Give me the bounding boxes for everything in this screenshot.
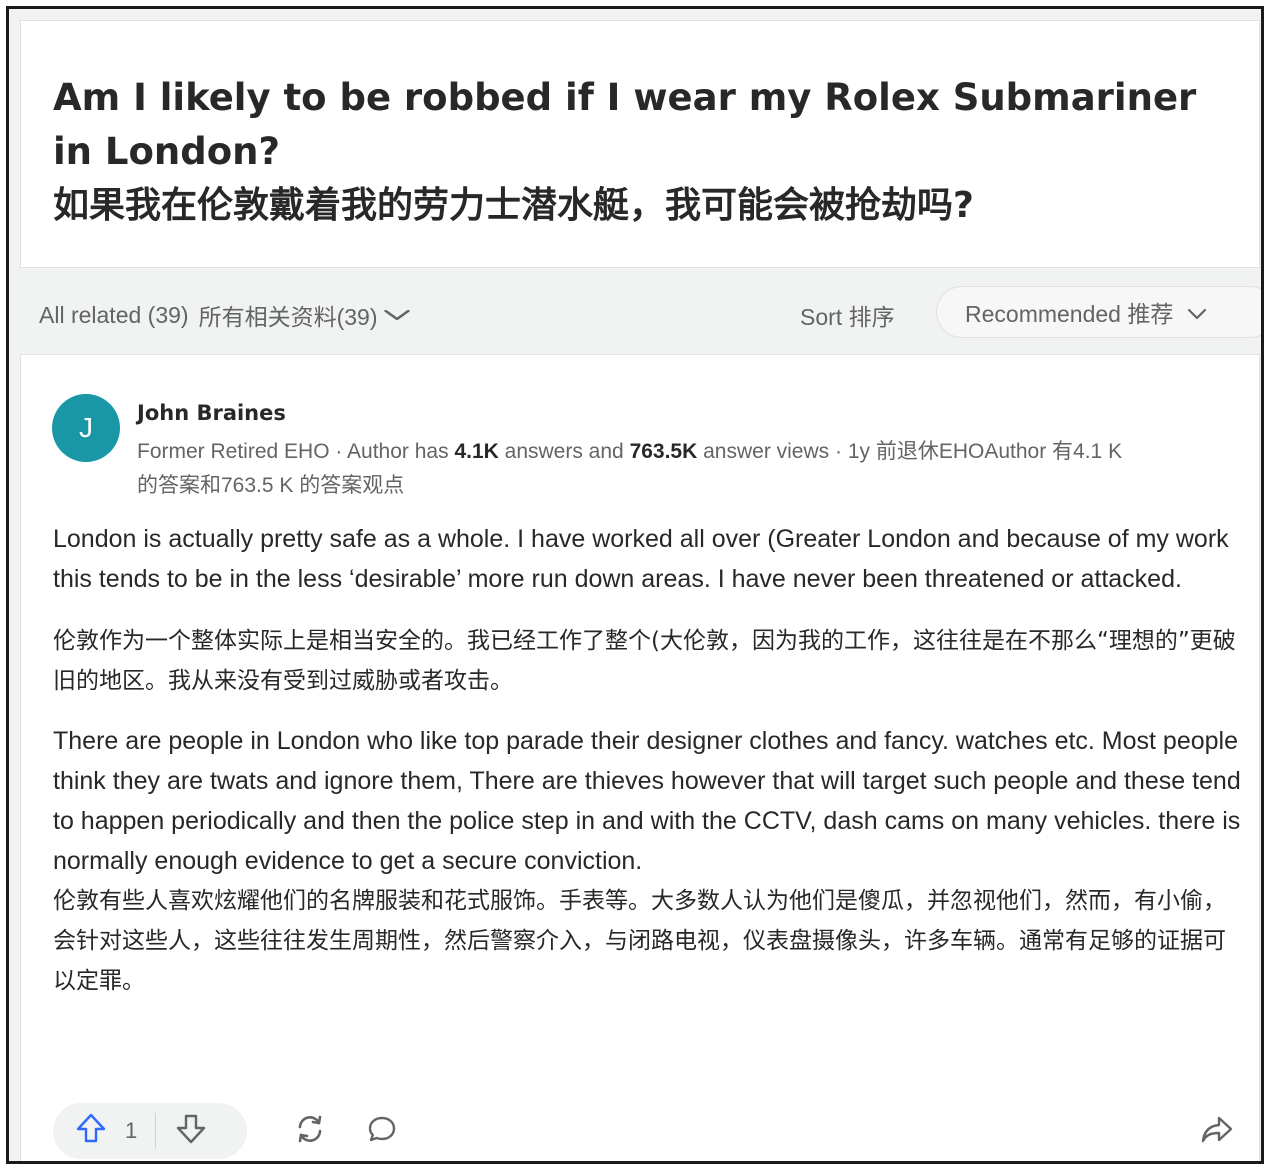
- answer-actions-bar: 1: [53, 1103, 1243, 1159]
- all-related-label: All related (39): [39, 301, 189, 328]
- author-credentials: Former Retired EHO · Author has 4.1K ans…: [137, 435, 1147, 503]
- avatar[interactable]: J: [52, 394, 120, 462]
- share-repost-button[interactable]: [286, 1107, 334, 1155]
- answer-paragraph-1-en: London is actually pretty safe as a whol…: [53, 525, 1229, 593]
- downvote-icon: [175, 1113, 207, 1149]
- answers-filter-bar: All related (39) 所有相关资料(39) Sort 排序 Reco…: [20, 268, 1261, 354]
- question-title-en[interactable]: Am I likely to be robbed if I wear my Ro…: [53, 71, 1243, 179]
- question-card: Am I likely to be robbed if I wear my Ro…: [20, 20, 1260, 268]
- author-meta-mid: answers and: [498, 440, 630, 463]
- all-related-label-cn: 所有相关资料(39): [198, 304, 378, 330]
- all-related-dropdown[interactable]: All related (39) 所有相关资料(39): [39, 298, 411, 332]
- share-repost-icon: [293, 1112, 327, 1150]
- share-arrow-icon: [1200, 1112, 1234, 1150]
- downvote-button[interactable]: [156, 1103, 226, 1159]
- views-count: 763.5K: [629, 440, 698, 463]
- sort-dropdown[interactable]: Recommended 推荐: [936, 286, 1261, 338]
- author-name[interactable]: John Braines: [137, 401, 286, 425]
- answers-count: 4.1K: [454, 440, 499, 463]
- page-frame: Am I likely to be robbed if I wear my Ro…: [6, 6, 1264, 1164]
- answer-card: J John Braines Former Retired EHO · Auth…: [20, 354, 1260, 1161]
- sort-label: Sort 排序: [800, 304, 895, 330]
- upvote-icon: [75, 1112, 107, 1150]
- answer-body: London is actually pretty safe as a whol…: [53, 519, 1243, 1001]
- upvote-count: 1: [125, 1118, 138, 1143]
- comment-button[interactable]: [358, 1107, 406, 1155]
- answer-paragraph-2-en: There are people in London who like top …: [53, 727, 1241, 875]
- answer-paragraph-2-cn: 伦敦有些人喜欢炫耀他们的名牌服装和花式服饰。手表等。大多数人认为他们是傻瓜，并忽…: [53, 888, 1226, 994]
- vote-pill: 1: [53, 1103, 247, 1159]
- comment-icon: [366, 1113, 398, 1149]
- share-button[interactable]: [1193, 1107, 1241, 1155]
- chevron-down-icon: [1187, 299, 1207, 326]
- question-title-cn: 如果我在伦敦戴着我的劳力士潜水艇，我可能会被抢劫吗?: [53, 185, 974, 226]
- sort-value: Recommended 推荐: [965, 301, 1174, 327]
- author-meta-prefix: Former Retired EHO · Author has: [137, 440, 455, 463]
- upvote-button[interactable]: 1: [53, 1103, 155, 1159]
- chevron-down-icon: [383, 305, 411, 326]
- answer-paragraph-1-cn: 伦敦作为一个整体实际上是相当安全的。我已经工作了整个(大伦敦，因为我的工作，这往…: [53, 628, 1236, 694]
